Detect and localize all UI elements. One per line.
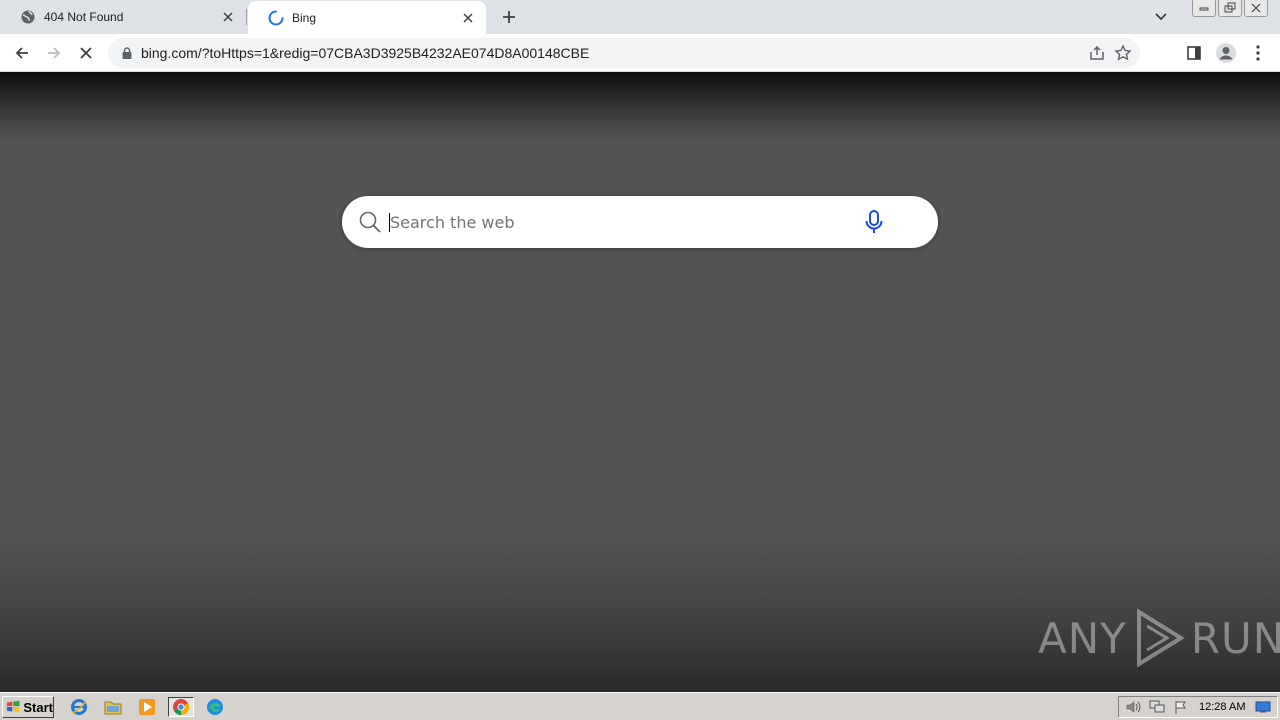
search-box[interactable] [342, 196, 938, 248]
minimize-button[interactable] [1192, 0, 1216, 17]
side-panel-icon [1187, 46, 1201, 60]
lock-icon [122, 47, 132, 59]
start-label: Start [23, 699, 53, 715]
forward-button[interactable] [40, 39, 68, 67]
close-icon [80, 47, 92, 59]
minimize-icon [1199, 7, 1209, 11]
system-tray: 12:28 AM [1118, 696, 1278, 718]
edge-icon[interactable] [204, 697, 226, 717]
show-desktop-icon[interactable] [1253, 698, 1273, 716]
tab-strip: 404 Not Found Bing [0, 0, 1280, 34]
profile-button[interactable] [1212, 39, 1240, 67]
plus-icon [503, 11, 515, 23]
watermark-text-right: RUN [1190, 613, 1280, 663]
windows-logo-icon [6, 700, 20, 713]
stop-loading-button[interactable] [72, 39, 100, 67]
tab-separator [246, 9, 247, 25]
microphone-icon[interactable] [864, 210, 884, 234]
browser-toolbar: bing.com/?toHttps=1&redig=07CBA3D3925B42… [0, 34, 1280, 72]
start-button[interactable]: Start [2, 696, 54, 718]
url-text[interactable]: bing.com/?toHttps=1&redig=07CBA3D3925B42… [141, 45, 589, 61]
window-controls [1192, 0, 1268, 17]
side-panel-button[interactable] [1180, 39, 1208, 67]
globe-icon [20, 9, 36, 25]
close-tab-icon[interactable] [458, 8, 478, 28]
bing-page: ANY RUN [0, 72, 1280, 692]
anyrun-watermark: ANY RUN [1038, 608, 1280, 668]
tab-search-button[interactable] [1149, 6, 1173, 28]
tab-bing[interactable]: Bing [248, 1, 486, 34]
menu-button[interactable] [1244, 39, 1272, 67]
search-input[interactable] [390, 210, 850, 234]
share-icon[interactable] [1088, 44, 1106, 62]
back-button[interactable] [8, 39, 36, 67]
arrow-right-icon [48, 47, 61, 59]
chrome-taskbar-icon[interactable] [168, 697, 194, 717]
new-tab-button[interactable] [497, 6, 521, 28]
file-explorer-icon[interactable] [102, 697, 124, 717]
tab-title: 404 Not Found [44, 10, 124, 24]
restore-button[interactable] [1218, 0, 1242, 17]
tab-title: Bing [292, 10, 317, 25]
network-icon[interactable] [1147, 698, 1167, 716]
search-icon[interactable] [358, 210, 382, 234]
close-icon [1251, 3, 1261, 13]
kebab-menu-icon [1256, 45, 1260, 61]
media-player-icon[interactable] [136, 697, 158, 717]
watermark-text-left: ANY [1038, 613, 1127, 663]
arrow-left-icon [15, 47, 28, 59]
action-center-flag-icon[interactable] [1171, 698, 1191, 716]
address-bar[interactable]: bing.com/?toHttps=1&redig=07CBA3D3925B42… [108, 38, 1140, 68]
loading-spinner-icon [268, 10, 284, 26]
bookmark-star-icon[interactable] [1114, 44, 1132, 62]
avatar-icon [1216, 43, 1236, 63]
taskbar-clock[interactable]: 12:28 AM [1199, 701, 1245, 713]
play-logo-icon [1136, 608, 1185, 668]
close-tab-icon[interactable] [218, 7, 238, 27]
screen: 404 Not Found Bing bing.com/?toHttps=1&r… [0, 0, 1280, 720]
volume-icon[interactable] [1123, 698, 1143, 716]
windows-taskbar: Start 12:28 AM [0, 692, 1280, 720]
restore-icon [1224, 2, 1236, 13]
tab-404-not-found[interactable]: 404 Not Found [0, 0, 246, 34]
chevron-down-icon [1155, 13, 1167, 21]
close-window-button[interactable] [1244, 0, 1268, 17]
internet-explorer-icon[interactable] [68, 697, 90, 717]
